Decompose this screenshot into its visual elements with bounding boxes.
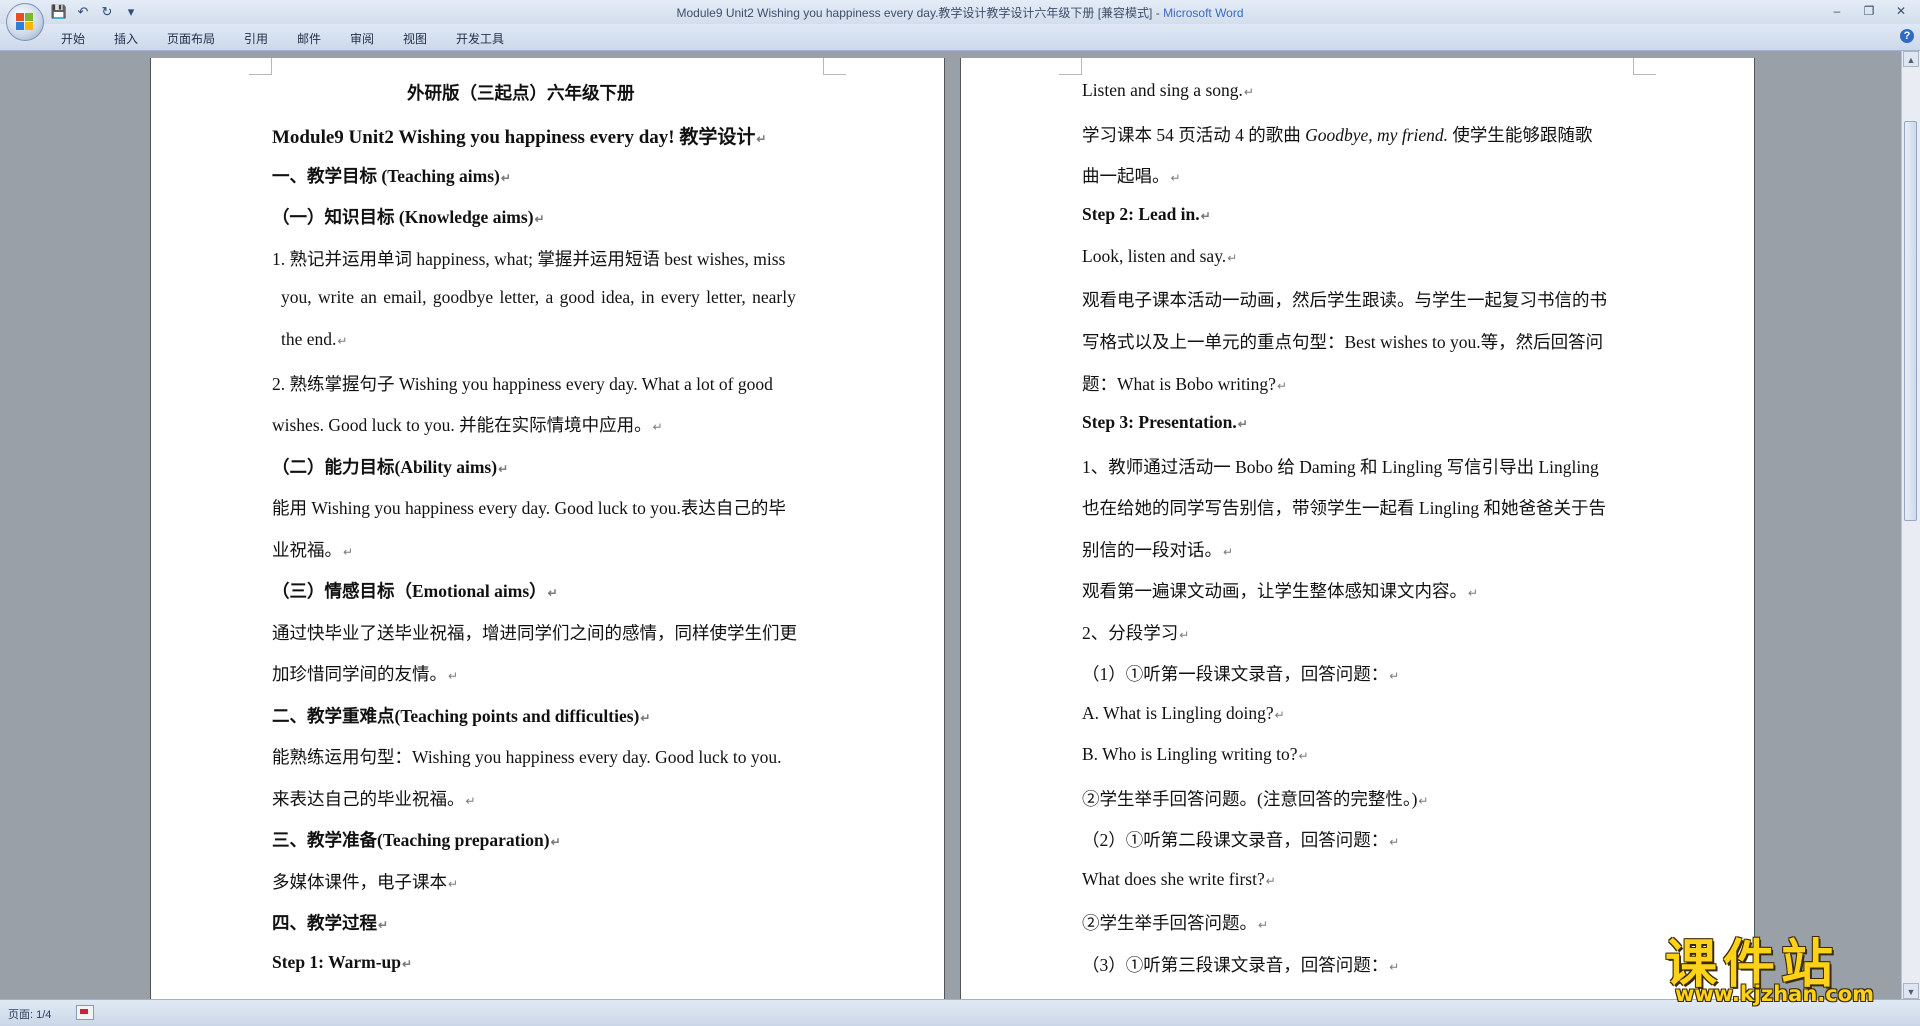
- paragraph-line: ②学生举手回答问题。(注意回答的完整性。)↵: [1082, 789, 1429, 809]
- paragraph-line: B. Who is Lingling writing to?↵: [1082, 744, 1309, 764]
- scroll-up-icon[interactable]: ▲: [1903, 51, 1919, 67]
- paragraph-line: 多媒体课件，电子课本↵: [272, 872, 459, 892]
- step-heading: Step 3: Presentation.↵: [1082, 412, 1248, 432]
- crop-mark: [1059, 58, 1082, 75]
- paragraph-line: 能熟练运用句型：Wishing you happiness every day.…: [272, 747, 782, 767]
- vertical-scrollbar[interactable]: ▲ ▼: [1901, 51, 1920, 999]
- paragraph-line: （2）①听第二段课文录音，回答问题：↵: [1082, 830, 1400, 850]
- heading: 二、教学重难点(Teaching points and difficulties…: [272, 706, 651, 726]
- tab-home[interactable]: 开始: [61, 30, 85, 47]
- paragraph-line: 题：What is Bobo writing?↵: [1082, 374, 1287, 394]
- tab-page-layout[interactable]: 页面布局: [167, 30, 215, 47]
- heading: （一）知识目标 (Knowledge aims)↵: [272, 207, 545, 227]
- window-controls: – ❐ ✕: [1822, 2, 1916, 20]
- paragraph-line: 来表达自己的毕业祝福。↵: [272, 789, 476, 809]
- paragraph-line: 学习课本 54 页活动 4 的歌曲 Goodbye, my friend. 使学…: [1082, 125, 1593, 145]
- paragraph-line: 观看电子课本活动一动画，然后学生跟读。与学生一起复习书信的书: [1082, 290, 1607, 310]
- paragraph-line: 也在给她的同学写告别信，带领学生一起看 Lingling 和她爸爸关于告: [1082, 498, 1607, 518]
- office-button[interactable]: [6, 3, 44, 41]
- paragraph-line: the end.↵: [281, 329, 348, 349]
- paragraph-line: 2、分段学习↵: [1082, 623, 1190, 643]
- watermark-url: www.kjzhan.com: [1675, 982, 1875, 1006]
- app-name: Microsoft Word: [1163, 6, 1244, 20]
- crop-mark: [249, 58, 272, 75]
- close-button[interactable]: ✕: [1886, 2, 1916, 20]
- tab-developer[interactable]: 开发工具: [456, 30, 504, 47]
- paragraph-line: Look, listen and say.↵: [1082, 246, 1238, 266]
- heading: 一、教学目标 (Teaching aims)↵: [272, 166, 511, 186]
- ribbon-tabs: 开始 插入 页面布局 引用 邮件 审阅 视图 开发工具 ?: [0, 24, 1920, 51]
- help-icon[interactable]: ?: [1900, 29, 1914, 43]
- tab-view[interactable]: 视图: [403, 30, 427, 47]
- page-right[interactable]: Listen and sing a song.↵ 学习课本 54 页活动 4 的…: [961, 58, 1754, 999]
- paragraph-line: （3）①听第三段课文录音，回答问题：↵: [1082, 955, 1400, 975]
- heading: （三）情感目标（Emotional aims）↵: [272, 581, 558, 601]
- heading: （二）能力目标(Ability aims)↵: [272, 457, 509, 477]
- page-left[interactable]: 外研版（三起点）六年级下册 Module9 Unit2 Wishing you …: [151, 58, 944, 999]
- doc-title: 外研版（三起点）六年级下册: [407, 83, 635, 103]
- tab-mailings[interactable]: 邮件: [297, 30, 321, 47]
- paragraph-line: 能用 Wishing you happiness every day. Good…: [272, 498, 786, 518]
- paragraph-line: （1）①听第一段课文录音，回答问题：↵: [1082, 664, 1400, 684]
- tab-references[interactable]: 引用: [244, 30, 268, 47]
- heading: 四、教学过程↵: [272, 913, 389, 933]
- paragraph-line: 曲一起唱。↵: [1082, 166, 1181, 186]
- paragraph-line: 别信的一段对话。↵: [1082, 540, 1234, 560]
- paragraph-line: What does she write first?↵: [1082, 869, 1276, 889]
- document-area: 外研版（三起点）六年级下册 Module9 Unit2 Wishing you …: [0, 51, 1902, 999]
- tab-insert[interactable]: 插入: [114, 30, 138, 47]
- status-bar: 页面: 1/4: [0, 999, 1920, 1026]
- doc-subtitle: Module9 Unit2 Wishing you happiness ever…: [272, 127, 767, 148]
- paragraph-line: 写格式以及上一单元的重点句型：Best wishes to you.等，然后回答…: [1082, 332, 1604, 352]
- crop-mark: [823, 58, 846, 75]
- paragraph-line: 观看第一遍课文动画，让学生整体感知课文内容。↵: [1082, 581, 1479, 601]
- window-title: Module9 Unit2 Wishing you happiness ever…: [0, 4, 1920, 21]
- paragraph-line: 2. 熟练掌握句子 Wishing you happiness every da…: [272, 374, 773, 394]
- watermark-logo: 课件站 www.kjzhan.com: [1665, 922, 1905, 1006]
- document-title: Module9 Unit2 Wishing you happiness ever…: [676, 6, 1164, 20]
- paragraph-line: 业祝福。↵: [272, 540, 354, 560]
- paragraph-line: 1、教师通过活动一 Bobo 给 Daming 和 Lingling 写信引导出…: [1082, 457, 1599, 477]
- paragraph-line: you, write an email, goodbye letter, a g…: [281, 287, 796, 307]
- song-title: Goodbye, my friend.: [1305, 125, 1449, 145]
- page-count[interactable]: 页面: 1/4: [8, 1006, 51, 1022]
- maximize-button[interactable]: ❐: [1854, 2, 1884, 20]
- office-logo-icon: [16, 13, 34, 31]
- paragraph-line: 1. 熟记并运用单词 happiness, what; 掌握并运用短语 best…: [272, 249, 786, 269]
- scroll-down-icon[interactable]: ▼: [1903, 983, 1919, 999]
- heading: Step 1: Warm-up↵: [272, 952, 413, 972]
- tab-review[interactable]: 审阅: [350, 30, 374, 47]
- crop-mark: [1633, 58, 1656, 75]
- paragraph-line: 通过快毕业了送毕业祝福，增进同学们之间的感情，同样使学生们更: [272, 623, 797, 643]
- proofing-icon[interactable]: [76, 1005, 94, 1020]
- paragraph-line: A. What is Lingling doing?↵: [1082, 703, 1285, 723]
- minimize-button[interactable]: –: [1822, 2, 1852, 20]
- paragraph-line: ②学生举手回答问题。↵: [1082, 913, 1269, 933]
- step-heading: Step 2: Lead in.↵: [1082, 204, 1211, 224]
- scroll-thumb[interactable]: [1904, 121, 1917, 521]
- paragraph-line: wishes. Good luck to you. 并能在实际情境中应用。↵: [272, 415, 663, 435]
- paragraph-line: 加珍惜同学间的友情。↵: [272, 664, 459, 684]
- title-bar: 💾 ↶ ↻ ▾ Module9 Unit2 Wishing you happin…: [0, 0, 1920, 24]
- heading: 三、教学准备(Teaching preparation)↵: [272, 830, 561, 850]
- paragraph-line: Listen and sing a song.↵: [1082, 80, 1254, 100]
